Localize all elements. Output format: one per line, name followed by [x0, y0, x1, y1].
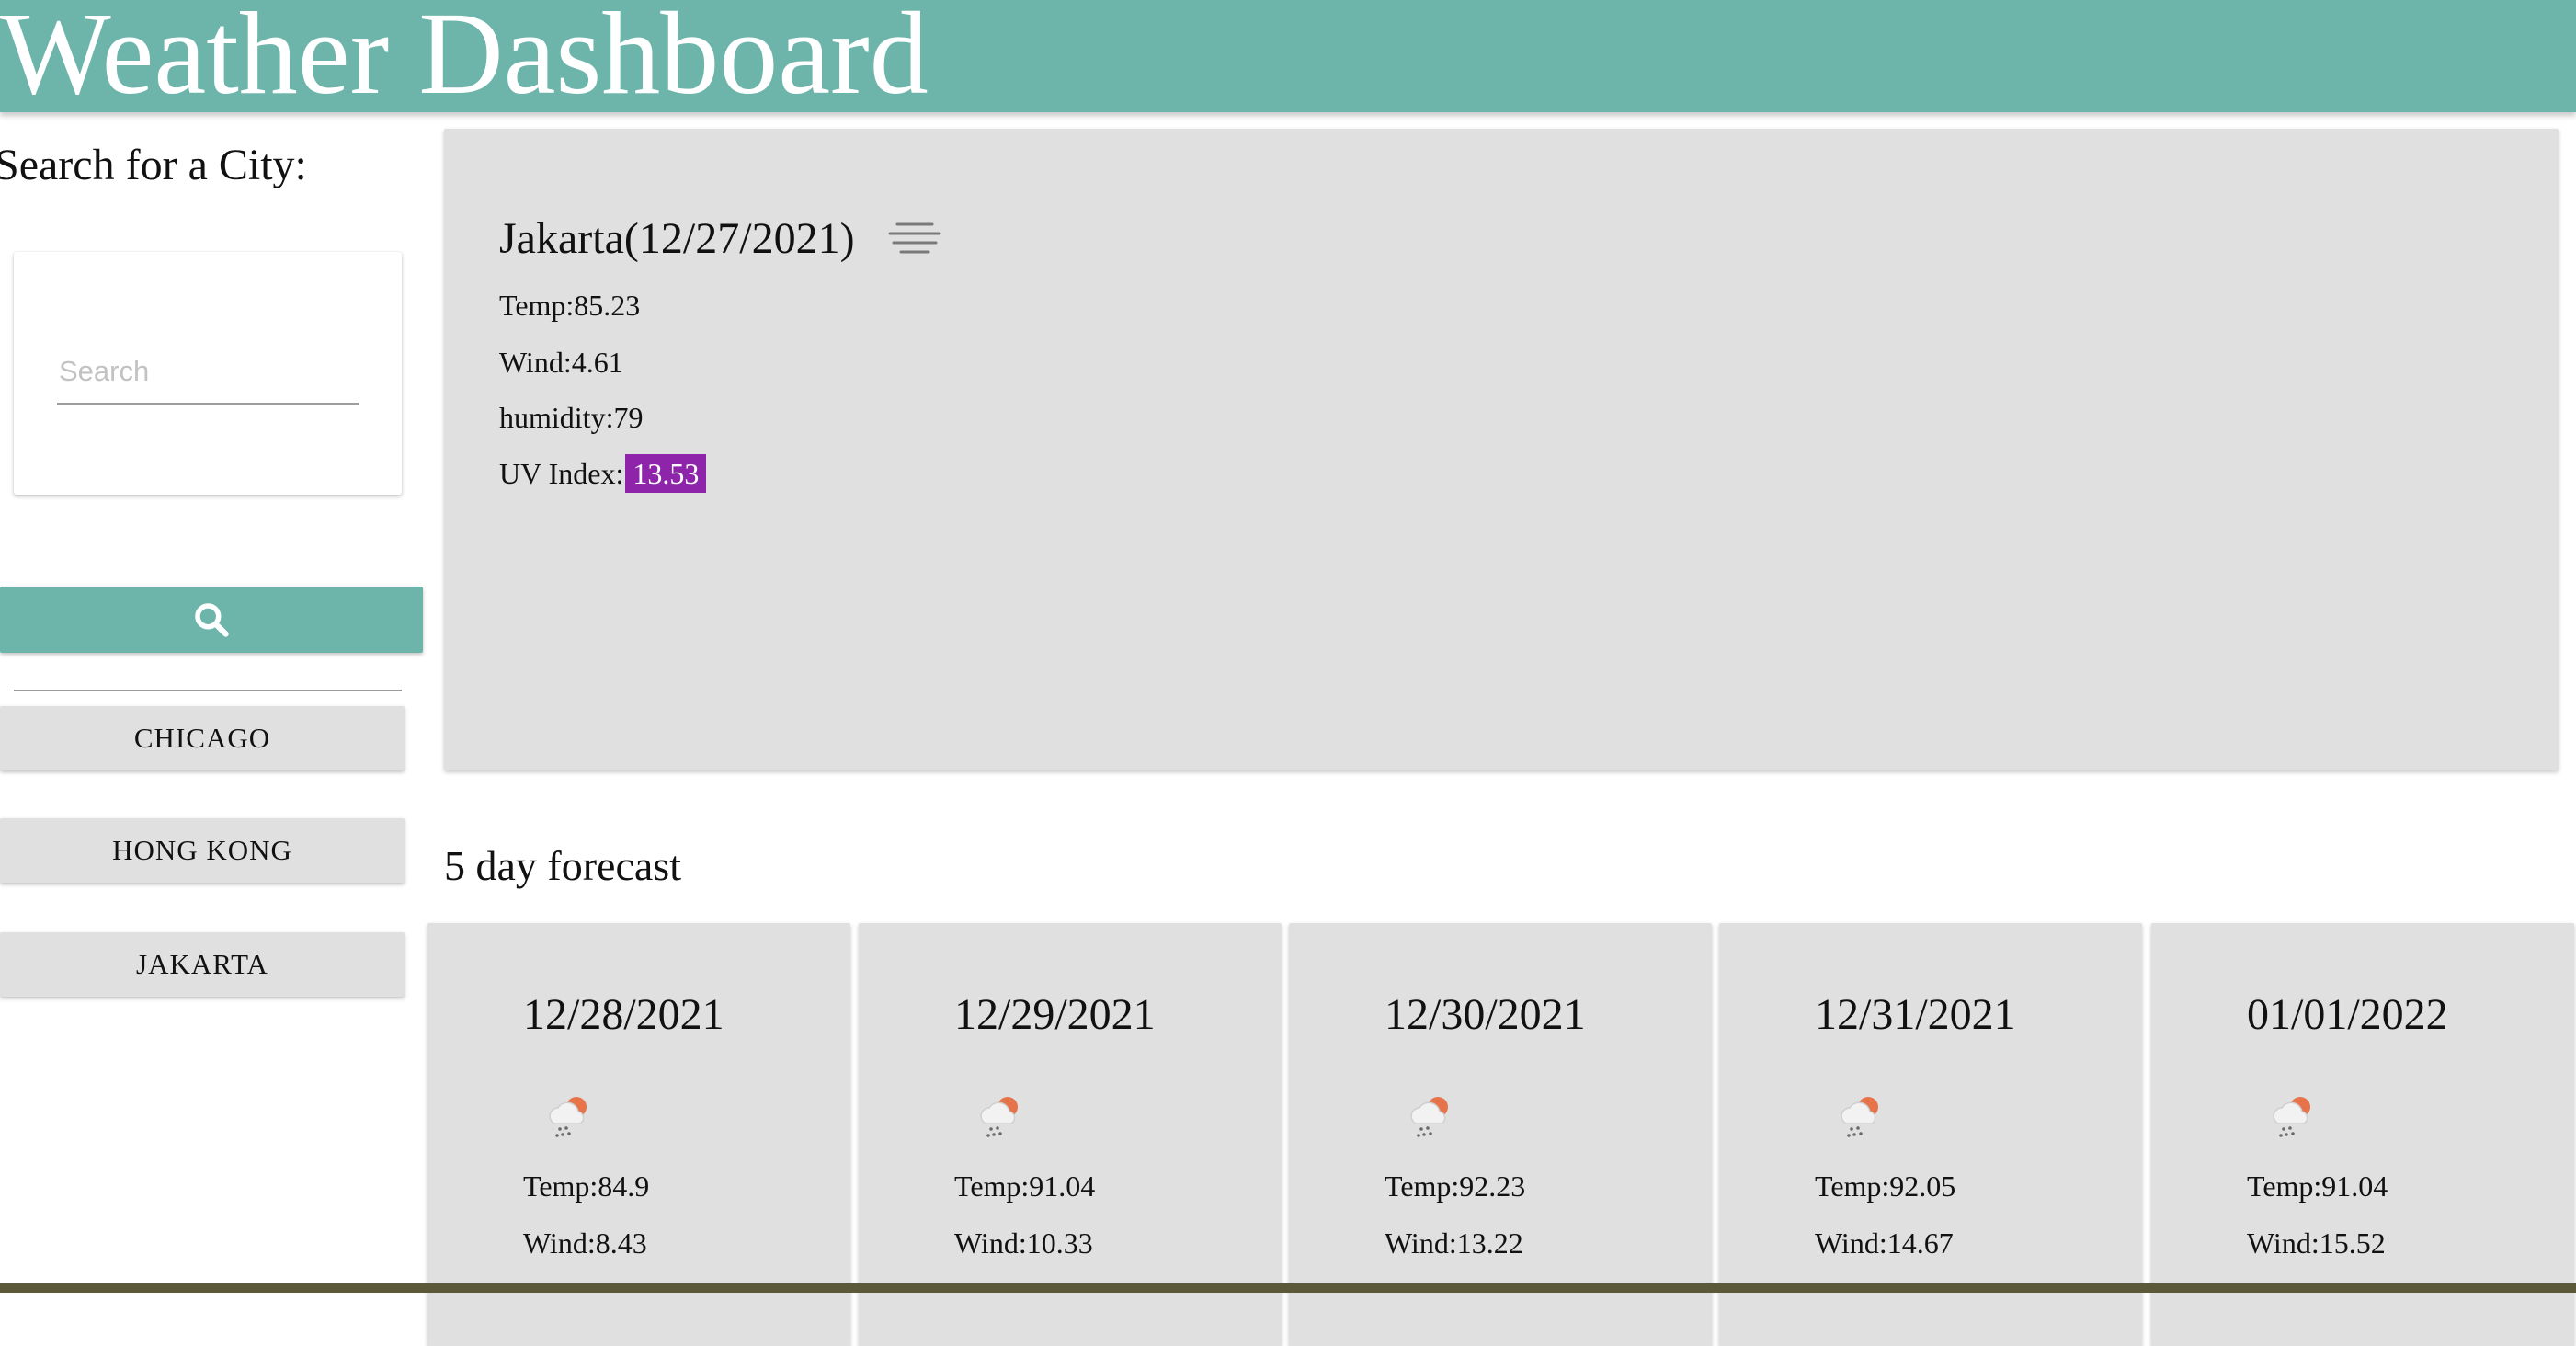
search-button[interactable]	[0, 587, 423, 653]
forecast-card: 12/30/2021 Temp:92.23 Wind:13.22	[1289, 923, 1712, 1346]
forecast-wind-label: Wind:	[523, 1226, 596, 1260]
forecast-temp-value: 84.9	[598, 1169, 650, 1203]
forecast-card: 12/28/2021 Temp:84.9 Wind:8.43	[427, 923, 850, 1346]
forecast-temp: Temp:84.9	[523, 1168, 649, 1204]
forecast-wind-value: 10.33	[1026, 1226, 1093, 1260]
forecast-wind: Wind:10.33	[954, 1225, 1093, 1261]
light-rain-icon	[1410, 1097, 1448, 1137]
app-header: Weather Dashboard	[0, 0, 2576, 118]
forecast-temp: Temp:91.04	[2247, 1168, 2388, 1204]
current-uv: UV Index: 13.53	[499, 454, 707, 493]
forecast-date: 12/28/2021	[523, 990, 724, 1039]
forecast-temp-label: Temp:	[954, 1169, 1030, 1203]
current-uv-label: UV Index:	[499, 457, 624, 490]
forecast-temp-value: 91.04	[2321, 1169, 2388, 1203]
forecast-card: 01/01/2022 Temp:91.04 Wind:15.52	[2151, 923, 2574, 1346]
forecast-card: 12/29/2021 Temp:91.04 Wind:10.33	[859, 923, 1282, 1346]
current-title: Jakarta (12/27/2021)	[499, 211, 941, 267]
current-humidity: humidity:79	[499, 399, 643, 436]
forecast-date: 01/01/2022	[2247, 990, 2448, 1039]
forecast-wind-label: Wind:	[1385, 1226, 1457, 1260]
window-bottom-edge	[0, 1283, 2576, 1293]
forecast-date: 12/31/2021	[1815, 990, 2016, 1039]
forecast-wind: Wind:14.67	[1815, 1225, 1954, 1261]
search-heading: Search for a City:	[0, 141, 307, 189]
forecast-heading: 5 day forecast	[444, 842, 681, 889]
forecast-wind-value: 13.22	[1456, 1226, 1523, 1260]
current-temp-label: Temp:	[499, 289, 575, 322]
forecast-temp-label: Temp:	[2247, 1169, 2322, 1203]
uv-index-badge: 13.53	[625, 454, 707, 493]
forecast-wind: Wind:8.43	[523, 1225, 647, 1261]
forecast-temp-label: Temp:	[1815, 1169, 1890, 1203]
forecast-temp: Temp:91.04	[954, 1168, 1095, 1204]
page-title: Weather Dashboard	[0, 0, 929, 119]
forecast-wind: Wind:15.52	[2247, 1225, 2386, 1261]
light-rain-icon	[2273, 1097, 2310, 1137]
forecast-temp: Temp:92.05	[1815, 1168, 1955, 1204]
forecast-temp-value: 91.04	[1029, 1169, 1096, 1203]
forecast-temp-value: 92.23	[1459, 1169, 1526, 1203]
current-temp-value: 85.23	[574, 289, 641, 322]
current-wind-value: 4.61	[571, 346, 623, 379]
history-button-jakarta[interactable]: JAKARTA	[0, 932, 405, 997]
forecast-temp: Temp:92.23	[1385, 1168, 1525, 1204]
current-wind-label: Wind:	[499, 346, 572, 379]
forecast-wind-value: 15.52	[2319, 1226, 2386, 1260]
forecast-temp-label: Temp:	[523, 1169, 598, 1203]
search-card	[14, 252, 402, 495]
light-rain-icon	[549, 1097, 587, 1137]
mist-icon	[888, 222, 941, 254]
forecast-wind-value: 14.67	[1886, 1226, 1954, 1260]
forecast-temp-value: 92.05	[1889, 1169, 1956, 1203]
current-date: (12/27/2021)	[623, 214, 855, 263]
forecast-temp-label: Temp:	[1385, 1169, 1460, 1203]
forecast-wind-value: 8.43	[595, 1226, 647, 1260]
forecast-date: 12/30/2021	[1385, 990, 1586, 1039]
current-temp: Temp:85.23	[499, 287, 640, 324]
current-humidity-label: humidity:	[499, 401, 614, 434]
search-input[interactable]	[57, 340, 359, 405]
history-divider	[14, 690, 402, 691]
history-button-hong-kong[interactable]: HONG KONG	[0, 818, 405, 883]
forecast-wind-label: Wind:	[954, 1226, 1027, 1260]
current-wind: Wind:4.61	[499, 344, 623, 381]
current-weather-card: Jakarta (12/27/2021) Temp:85.23 Wind:4.61…	[444, 129, 2559, 770]
light-rain-icon	[1841, 1097, 1878, 1137]
current-humidity-value: 79	[613, 401, 644, 434]
forecast-wind: Wind:13.22	[1385, 1225, 1523, 1261]
light-rain-icon	[980, 1097, 1018, 1137]
forecast-wind-label: Wind:	[2247, 1226, 2320, 1260]
history-button-chicago[interactable]: CHICAGO	[0, 706, 405, 770]
forecast-card: 12/31/2021 Temp:92.05 Wind:14.67	[1719, 923, 2142, 1346]
current-city: Jakarta	[499, 214, 624, 263]
forecast-date: 12/29/2021	[954, 990, 1156, 1039]
search-icon	[195, 603, 229, 637]
forecast-wind-label: Wind:	[1815, 1226, 1887, 1260]
